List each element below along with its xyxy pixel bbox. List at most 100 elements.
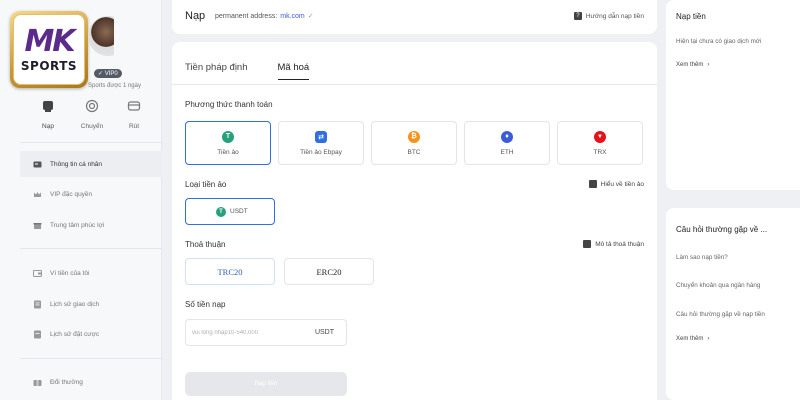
ethereum-icon: ♦	[501, 130, 513, 143]
faq-panel: Câu hỏi thường gặp về ... Làm sao nạp ti…	[666, 208, 800, 400]
page-title: Nạp	[185, 10, 206, 22]
tab-fiat[interactable]: Tiền pháp định	[185, 62, 248, 80]
logo-inner: MK SPORTS	[13, 14, 85, 85]
deposit-icon	[43, 101, 53, 112]
quick-withdraw-label: Rút	[128, 123, 140, 130]
quick-transfer[interactable]: Chuyển	[72, 99, 112, 130]
quick-deposit-label: Nạp	[42, 123, 54, 130]
protocol-label: Thoả thuận	[185, 240, 226, 249]
menu-wallet[interactable]: Ví tiền của tôi	[22, 260, 162, 286]
logo-mk-text: MK	[24, 23, 75, 59]
protocol-help-link[interactable]: Mô tả thoả thuận	[583, 240, 644, 248]
amount-field: USDT	[185, 319, 347, 346]
chevron-right-icon: ›	[707, 336, 710, 342]
info-icon	[588, 180, 597, 188]
tron-icon: ▼	[594, 130, 606, 143]
guide-label: Hướng dẫn nạp tiền	[585, 12, 644, 20]
more-label: Xem thêm	[676, 336, 704, 342]
check-icon: ✓	[307, 13, 314, 20]
deposit-tabs: Tiền pháp định Mã hoá	[185, 62, 310, 80]
menu-label: Ví tiền của tôi	[50, 269, 90, 277]
permanent-address: permanent address: mk.com ✓	[215, 12, 314, 21]
method-btc[interactable]: ₿ BTC	[371, 121, 457, 165]
menu-vip[interactable]: VIP đặc quyền	[22, 181, 162, 207]
divider	[20, 358, 162, 359]
method-label: Tiền ảo	[217, 148, 239, 156]
tether-icon: T	[222, 130, 234, 143]
method-eth[interactable]: ♦ ETH	[464, 121, 550, 165]
coin-help-link[interactable]: Hiểu về tiền ảo	[588, 180, 644, 188]
method-label: TRX	[593, 148, 607, 156]
user-subtitle: Sports được 1 ngày	[88, 83, 141, 89]
amount-unit: USDT	[314, 329, 334, 336]
bet-history-icon	[34, 330, 41, 338]
document-icon	[583, 240, 592, 248]
tabs-divider	[172, 84, 657, 85]
deposit-submit-button[interactable]: Nạp tiền	[185, 372, 347, 396]
faq-item[interactable]: Câu hỏi thường gặp về nạp tiền	[676, 311, 765, 318]
quick-withdraw[interactable]: Rút	[114, 99, 154, 130]
vip-badge: ✓ VIP0	[94, 69, 122, 78]
method-crypto[interactable]: T Tiền ảo	[185, 121, 271, 165]
amount-label: Số tiền nạp	[185, 300, 226, 309]
method-label: Tiền ảo Ebpay	[300, 148, 342, 156]
avatar[interactable]	[88, 16, 114, 58]
tether-icon: T	[216, 206, 226, 217]
transfer-icon	[85, 99, 99, 113]
deposit-guide-link[interactable]: ? Hướng dẫn nạp tiền	[573, 12, 644, 20]
faq-more-link[interactable]: Xem thêm ›	[676, 336, 709, 342]
reward-icon	[33, 379, 42, 386]
coin-type-label: Loại tiền ảo	[185, 180, 227, 189]
menu-personal-info[interactable]: Thông tin cá nhân	[20, 151, 162, 177]
sidebar: MK SPORTS ✓ VIP0 Sports được 1 ngày Nạp …	[0, 0, 162, 400]
help-icon: ?	[573, 12, 582, 20]
divider	[20, 248, 162, 249]
withdraw-icon	[127, 101, 141, 111]
protocol-trc20[interactable]: TRC20	[185, 258, 275, 285]
id-card-icon	[33, 161, 42, 167]
coin-help-label: Hiểu về tiền ảo	[600, 180, 644, 188]
method-label: BTC	[407, 148, 421, 156]
recent-deposits-title: Nạp tiền	[676, 12, 706, 21]
menu-welfare[interactable]: Trung tâm phúc lợi	[22, 212, 162, 238]
faq-item[interactable]: Làm sao nạp tiền?	[676, 254, 728, 261]
payment-methods: T Tiền ảo ⇄ Tiền ảo Ebpay ₿ BTC ♦ ETH ▼ …	[185, 121, 643, 165]
menu-label: Lịch sử giao dịch	[50, 300, 100, 308]
address-link[interactable]: mk.com	[280, 13, 305, 20]
brand-logo[interactable]: MK SPORTS	[10, 11, 88, 88]
menu-reward[interactable]: Đổi thưởng	[22, 369, 162, 395]
quick-transfer-label: Chuyển	[80, 123, 104, 130]
divider	[20, 142, 162, 143]
amount-input[interactable]	[192, 329, 302, 336]
menu-transaction-history[interactable]: Lịch sử giao dịch	[22, 291, 162, 317]
tab-crypto[interactable]: Mã hoá	[277, 62, 310, 80]
recent-more-link[interactable]: Xem thêm ›	[676, 62, 709, 68]
faq-item[interactable]: Chuyển khoản qua ngân hàng	[676, 282, 760, 289]
menu-label: Trung tâm phúc lợi	[50, 221, 105, 229]
gift-icon	[33, 222, 42, 229]
address-label: permanent address:	[215, 12, 278, 20]
bitcoin-icon: ₿	[408, 130, 420, 143]
wallet-icon	[33, 269, 42, 277]
recent-deposits-panel: Nạp tiền Hiện tại chưa có giao dịch mới …	[666, 0, 800, 190]
method-trx[interactable]: ▼ TRX	[557, 121, 643, 165]
coin-option-label: USDT	[230, 208, 248, 215]
quick-deposit[interactable]: Nạp	[28, 99, 68, 130]
no-transactions-text: Hiện tại chưa có giao dịch mới	[676, 38, 762, 45]
payment-method-label: Phương thức thanh toán	[185, 100, 273, 109]
more-label: Xem thêm	[676, 62, 704, 68]
protocol-options: TRC20 ERC20	[185, 258, 374, 285]
chevron-right-icon: ›	[707, 62, 710, 68]
menu-bet-history[interactable]: Lịch sử đặt cược	[22, 321, 162, 347]
method-ebpay[interactable]: ⇄ Tiền ảo Ebpay	[278, 121, 364, 165]
deposit-card: Tiền pháp định Mã hoá Phương thức thanh …	[172, 42, 657, 400]
history-icon	[34, 300, 41, 308]
ebpay-icon: ⇄	[315, 130, 327, 143]
page-header: Nạp permanent address: mk.com ✓ ? Hướng …	[172, 0, 657, 34]
menu-label: Lịch sử đặt cược	[50, 330, 100, 338]
logo-sports-text: SPORTS	[20, 58, 78, 73]
protocol-help-label: Mô tả thoả thuận	[595, 240, 644, 248]
protocol-erc20[interactable]: ERC20	[284, 258, 374, 285]
coin-usdt-option[interactable]: T USDT	[185, 198, 275, 225]
menu-label: Đổi thưởng	[50, 378, 83, 386]
